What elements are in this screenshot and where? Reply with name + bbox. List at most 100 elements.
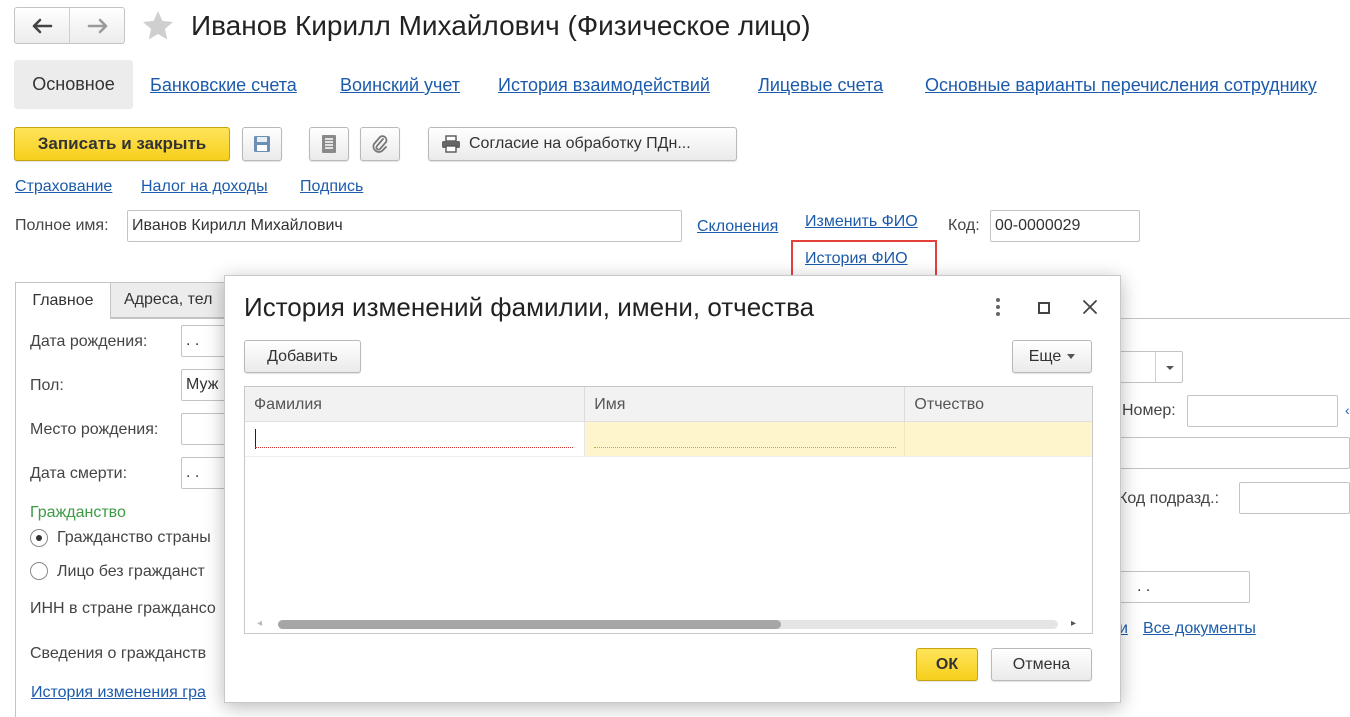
issued-by-input[interactable]: [1110, 437, 1350, 469]
add-button[interactable]: Добавить: [244, 340, 361, 373]
favorite-star-button[interactable]: [140, 8, 176, 44]
save-button[interactable]: [242, 127, 282, 161]
citizenship-info-label: Сведения о гражданств: [30, 645, 207, 662]
citizenship-radio-1[interactable]: [30, 529, 48, 547]
citizenship-history-link[interactable]: История изменения гра: [31, 684, 206, 702]
dialog-menu-button[interactable]: [988, 295, 1008, 319]
printer-icon: [442, 135, 460, 153]
kebab-icon-dot: [996, 305, 1000, 309]
cell-lastname-edit[interactable]: [245, 422, 586, 456]
maximize-icon: [1038, 302, 1050, 314]
link-insurance[interactable]: Страхование: [15, 178, 112, 196]
code-label: Код:: [948, 217, 980, 234]
forward-button[interactable]: [70, 7, 125, 44]
radio-dot: [36, 535, 42, 541]
declension-link[interactable]: Склонения: [697, 218, 778, 236]
kebab-icon-dot: [996, 312, 1000, 316]
inner-tab-addresses-label: Адреса, тел: [124, 291, 213, 308]
chevron-down-icon: [1166, 366, 1174, 370]
attach-files-button[interactable]: [360, 127, 400, 161]
subdiv-code-input[interactable]: [1239, 482, 1350, 514]
number-label: Номер:: [1122, 402, 1176, 419]
fio-history-dialog: История изменений фамилии, имени, отчест…: [224, 275, 1121, 703]
death-date-value: . .: [186, 464, 200, 481]
paperclip-icon: [372, 135, 388, 153]
floppy-disk-icon: [254, 136, 270, 152]
save-and-close-button[interactable]: Записать и закрыть: [14, 127, 230, 161]
tab-main[interactable]: Основное: [14, 60, 133, 109]
more-button[interactable]: Еще: [1012, 340, 1092, 373]
fullname-label: Полное имя:: [15, 217, 109, 234]
consent-pd-label: Согласие на обработку ПДн...: [469, 135, 691, 152]
kebab-icon-dot: [996, 298, 1000, 302]
arrow-left-icon: [32, 18, 52, 33]
code-value: 00-0000029: [995, 217, 1081, 234]
birth-date-label: Дата рождения:: [30, 333, 148, 350]
inner-panel-left-border: [15, 318, 16, 717]
subdiv-code-label: Код подразд.:: [1118, 490, 1220, 507]
close-button[interactable]: [1078, 295, 1102, 319]
link-income-tax[interactable]: Налог на доходы: [141, 178, 268, 196]
table-header: Фамилия Имя Отчество: [245, 387, 1092, 422]
horizontal-scrollbar[interactable]: ◂ ▸: [245, 615, 1092, 633]
birth-date-value: . .: [186, 332, 200, 349]
arrow-right-icon: [87, 18, 107, 33]
inner-tab-addresses[interactable]: Адреса, тел: [111, 282, 231, 318]
tab-payment-options[interactable]: Основные варианты перечисления сотрудник…: [925, 75, 1317, 96]
cancel-button[interactable]: Отмена: [991, 648, 1092, 681]
issue-date-input[interactable]: . .: [1110, 571, 1250, 603]
right-edge-marker: ‹: [1345, 402, 1350, 418]
number-input[interactable]: [1187, 395, 1338, 427]
row-divider: [245, 456, 1092, 457]
dialog-title: История изменений фамилии, имени, отчест…: [244, 292, 815, 322]
column-header-lastname[interactable]: Фамилия: [245, 387, 586, 422]
tab-personal-accounts[interactable]: Лицевые счета: [758, 75, 883, 96]
firstname-required-underline: [594, 447, 897, 448]
scroll-left-arrow-icon[interactable]: ◂: [257, 618, 262, 629]
more-button-label: Еще: [1028, 347, 1062, 365]
table-row[interactable]: [245, 422, 1092, 456]
fullname-input[interactable]: Иванов Кирилл Михайлович: [127, 210, 682, 242]
tab-military[interactable]: Воинский учет: [340, 75, 460, 96]
death-date-label: Дата смерти:: [30, 465, 128, 482]
tab-interaction-history[interactable]: История взаимодействий: [498, 75, 710, 96]
fio-history-link[interactable]: История ФИО: [805, 250, 908, 268]
column-header-firstname[interactable]: Имя: [585, 387, 906, 422]
text-cursor: [255, 429, 256, 449]
all-documents-link[interactable]: Все документы: [1143, 620, 1256, 638]
citizenship-header: Гражданство: [30, 504, 126, 521]
scroll-right-arrow-icon[interactable]: ▸: [1071, 618, 1076, 629]
inner-tab-main[interactable]: Главное: [15, 282, 111, 319]
fullname-value: Иванов Кирилл Михайлович: [132, 217, 343, 234]
lastname-required-underline: [255, 447, 573, 448]
scrollbar-thumb[interactable]: [278, 620, 781, 629]
citizenship-radio-2[interactable]: [30, 562, 48, 580]
chevron-down-icon: [1067, 354, 1076, 359]
star-icon: [143, 11, 173, 40]
cell-patronymic[interactable]: [905, 422, 1092, 456]
link-signature[interactable]: Подпись: [300, 178, 363, 196]
inner-tab-main-label: Главное: [32, 292, 94, 309]
birth-place-label: Место рождения:: [30, 421, 159, 438]
close-icon: [1083, 300, 1097, 314]
citizenship-option-1-label: Гражданство страны: [57, 529, 211, 546]
history-table: Фамилия Имя Отчество ◂ ▸: [244, 386, 1093, 634]
gender-value: Муж: [186, 376, 219, 393]
cell-firstname[interactable]: [585, 422, 906, 456]
doc-type-dropdown-divider: [1155, 352, 1156, 382]
inn-label: ИНН в стране граждансо: [30, 600, 216, 617]
document-list-icon: [322, 135, 336, 153]
structure-button[interactable]: [309, 127, 349, 161]
tab-bank-accounts[interactable]: Банковские счета: [150, 75, 297, 96]
column-header-patronymic[interactable]: Отчество: [905, 387, 1092, 422]
consent-pd-button[interactable]: Согласие на обработку ПДн...: [428, 127, 737, 161]
ok-button[interactable]: ОК: [916, 648, 978, 681]
citizenship-option-2-label: Лицо без гражданст: [57, 563, 205, 580]
back-button[interactable]: [14, 7, 69, 44]
change-fio-link[interactable]: Изменить ФИО: [805, 213, 918, 231]
code-input[interactable]: 00-0000029: [990, 210, 1140, 242]
page-title: Иванов Кирилл Михайлович (Физическое лиц…: [191, 10, 811, 41]
tab-main-label: Основное: [32, 74, 115, 94]
gender-label: Пол:: [30, 377, 64, 394]
maximize-button[interactable]: [1033, 297, 1055, 319]
